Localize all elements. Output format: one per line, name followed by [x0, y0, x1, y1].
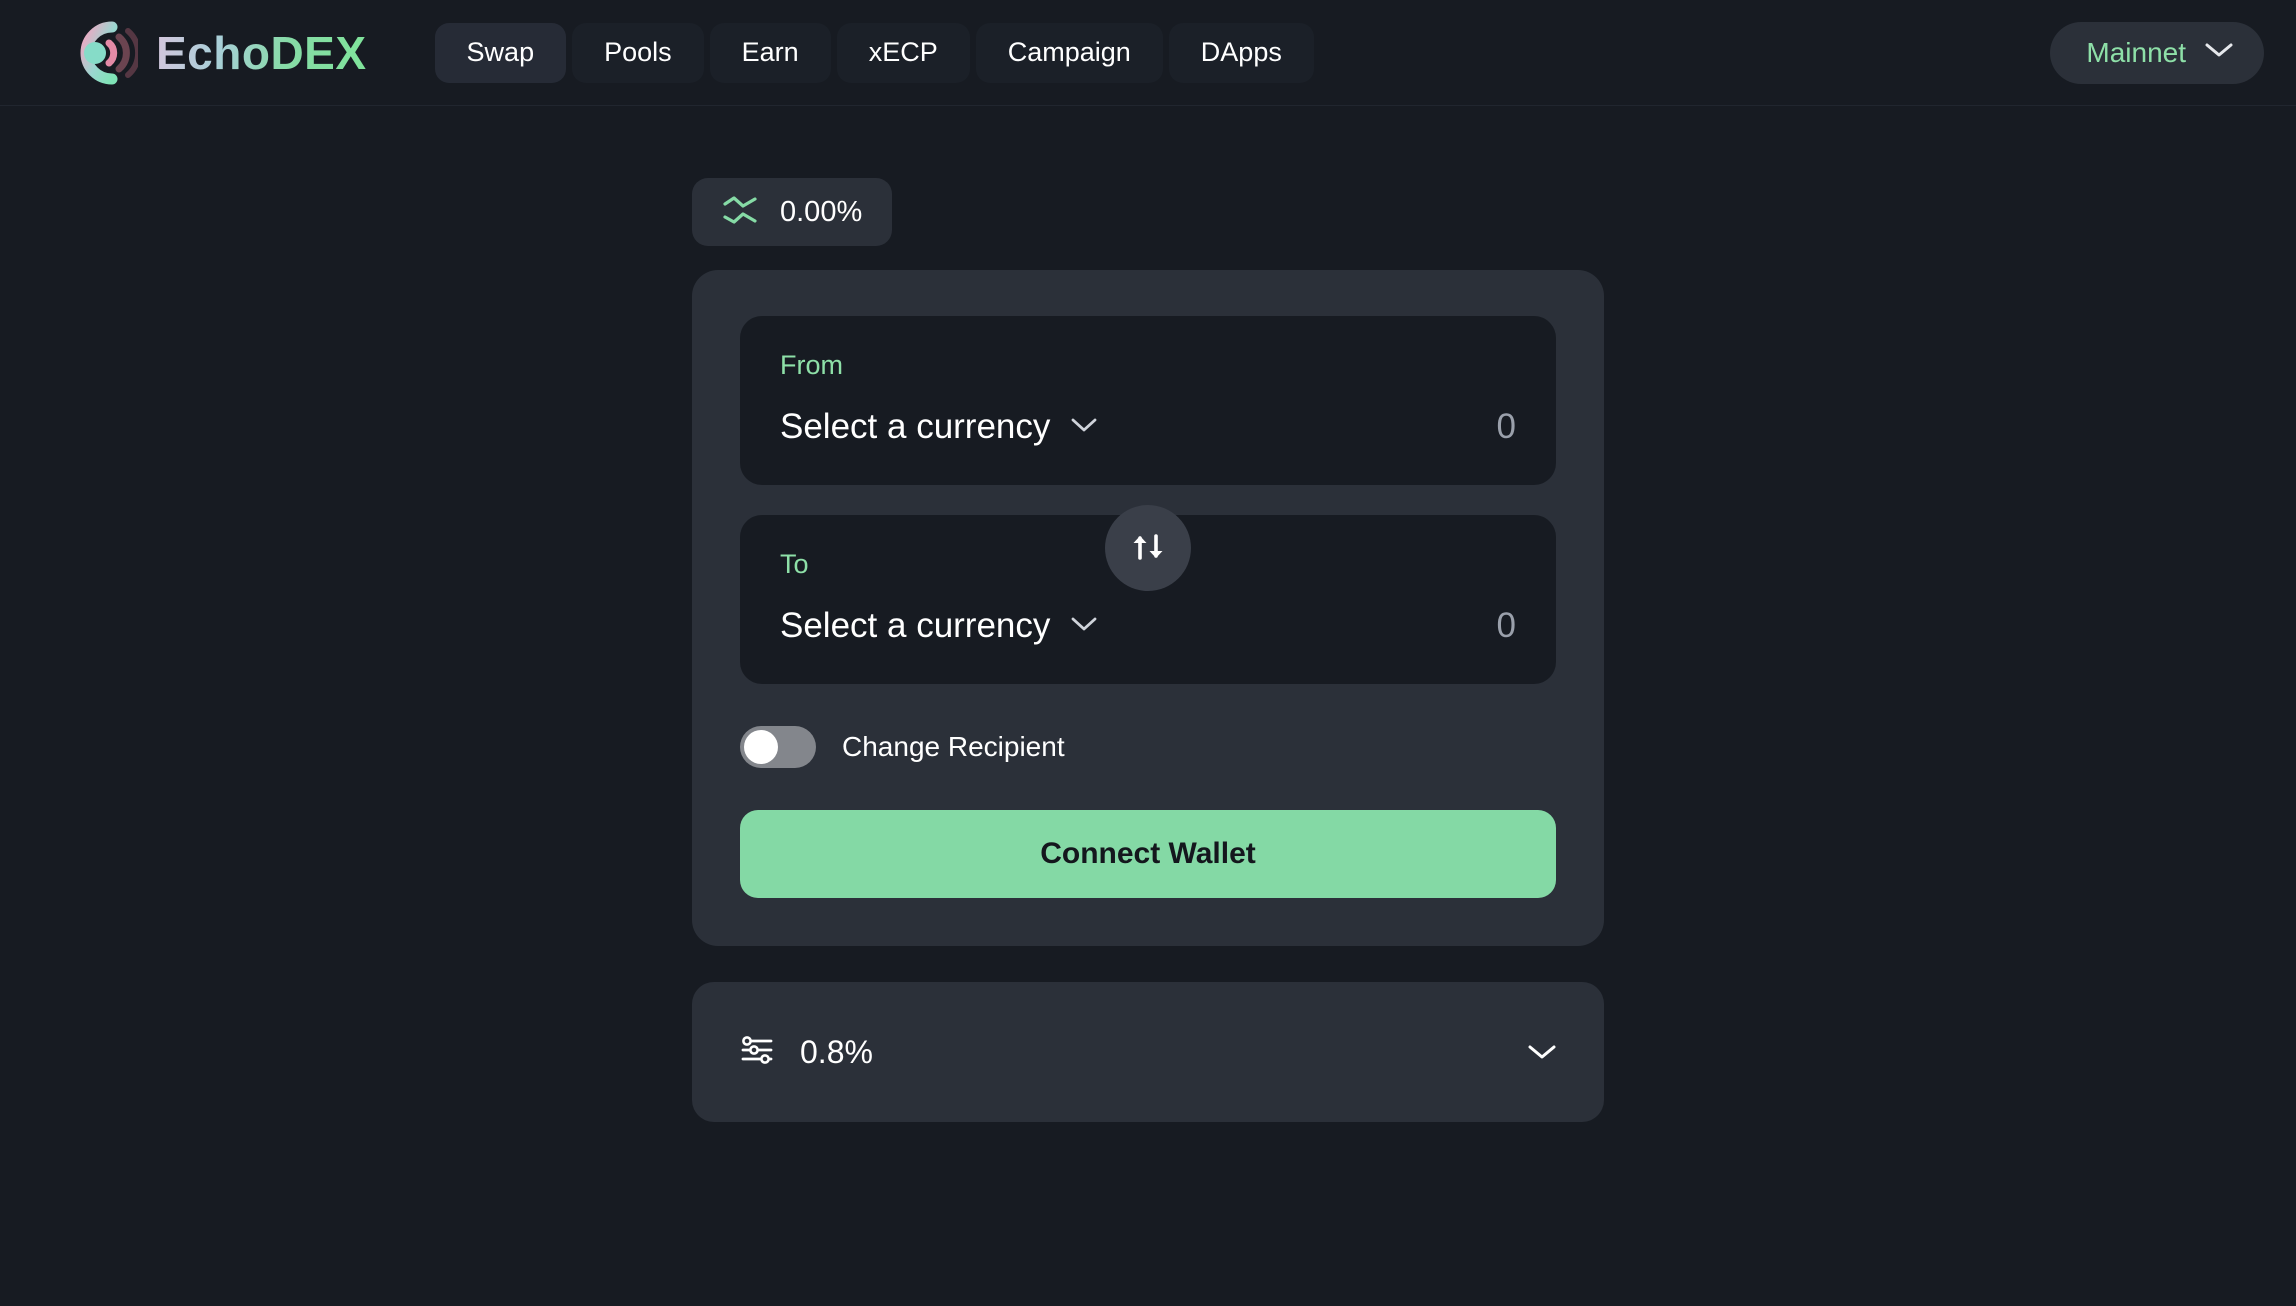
chevron-down-icon — [2204, 41, 2234, 64]
echo-logo-icon — [62, 15, 138, 91]
from-currency-select[interactable]: Select a currency — [780, 407, 1098, 447]
swap-card: From Select a currency 0 To Select a cur… — [692, 270, 1604, 946]
change-recipient-row: Change Recipient — [740, 726, 1556, 768]
chart-lines-icon — [722, 195, 758, 230]
swap-arrows-icon — [1125, 524, 1171, 573]
network-label: Mainnet — [2086, 36, 2186, 68]
toggle-knob — [744, 730, 778, 764]
brand[interactable]: EchoDEX — [62, 15, 367, 91]
main-nav: Swap Pools Earn xECP Campaign DApps — [434, 22, 1314, 83]
chevron-down-icon — [1070, 416, 1098, 439]
nav-item-campaign[interactable]: Campaign — [975, 22, 1163, 83]
change-recipient-toggle[interactable] — [740, 726, 816, 768]
network-selector[interactable]: Mainnet — [2050, 21, 2264, 84]
swap-direction-button[interactable] — [1105, 505, 1191, 591]
to-currency-select[interactable]: Select a currency — [780, 606, 1098, 646]
nav-item-dapps[interactable]: DApps — [1168, 22, 1314, 83]
price-impact-value: 0.00% — [780, 195, 863, 228]
chevron-down-icon[interactable] — [1526, 1042, 1558, 1062]
change-recipient-label: Change Recipient — [842, 731, 1065, 762]
price-impact-pill[interactable]: 0.00% — [692, 178, 893, 246]
from-currency-label: Select a currency — [780, 407, 1051, 446]
slippage-value: 0.8% — [800, 1033, 873, 1070]
to-row: Select a currency — [780, 606, 1516, 646]
to-amount-input[interactable] — [1256, 606, 1516, 646]
slippage-settings-bar[interactable]: 0.8% — [692, 982, 1604, 1122]
brand-name: EchoDEX — [156, 26, 367, 79]
app-header: EchoDEX Swap Pools Earn xECP Campaign DA… — [0, 0, 2296, 106]
connect-wallet-button[interactable]: Connect Wallet — [740, 810, 1556, 898]
swap-stack: 0.00% From Select a currency 0 To Select… — [692, 178, 1604, 1122]
from-label: From — [780, 350, 843, 380]
sliders-icon — [738, 1031, 776, 1074]
nav-item-earn[interactable]: Earn — [709, 22, 831, 83]
nav-item-swap[interactable]: Swap — [434, 22, 567, 83]
nav-item-pools[interactable]: Pools — [572, 22, 704, 83]
from-amount-input[interactable] — [1256, 407, 1516, 447]
chevron-down-icon — [1070, 615, 1098, 638]
from-row: Select a currency — [780, 407, 1516, 447]
nav-item-xecp[interactable]: xECP — [836, 22, 970, 83]
to-currency-label: Select a currency — [780, 606, 1051, 645]
main-content: 0.00% From Select a currency 0 To Select… — [0, 106, 2296, 1122]
slippage-left: 0.8% — [738, 1031, 873, 1074]
from-field: From Select a currency — [740, 316, 1556, 485]
